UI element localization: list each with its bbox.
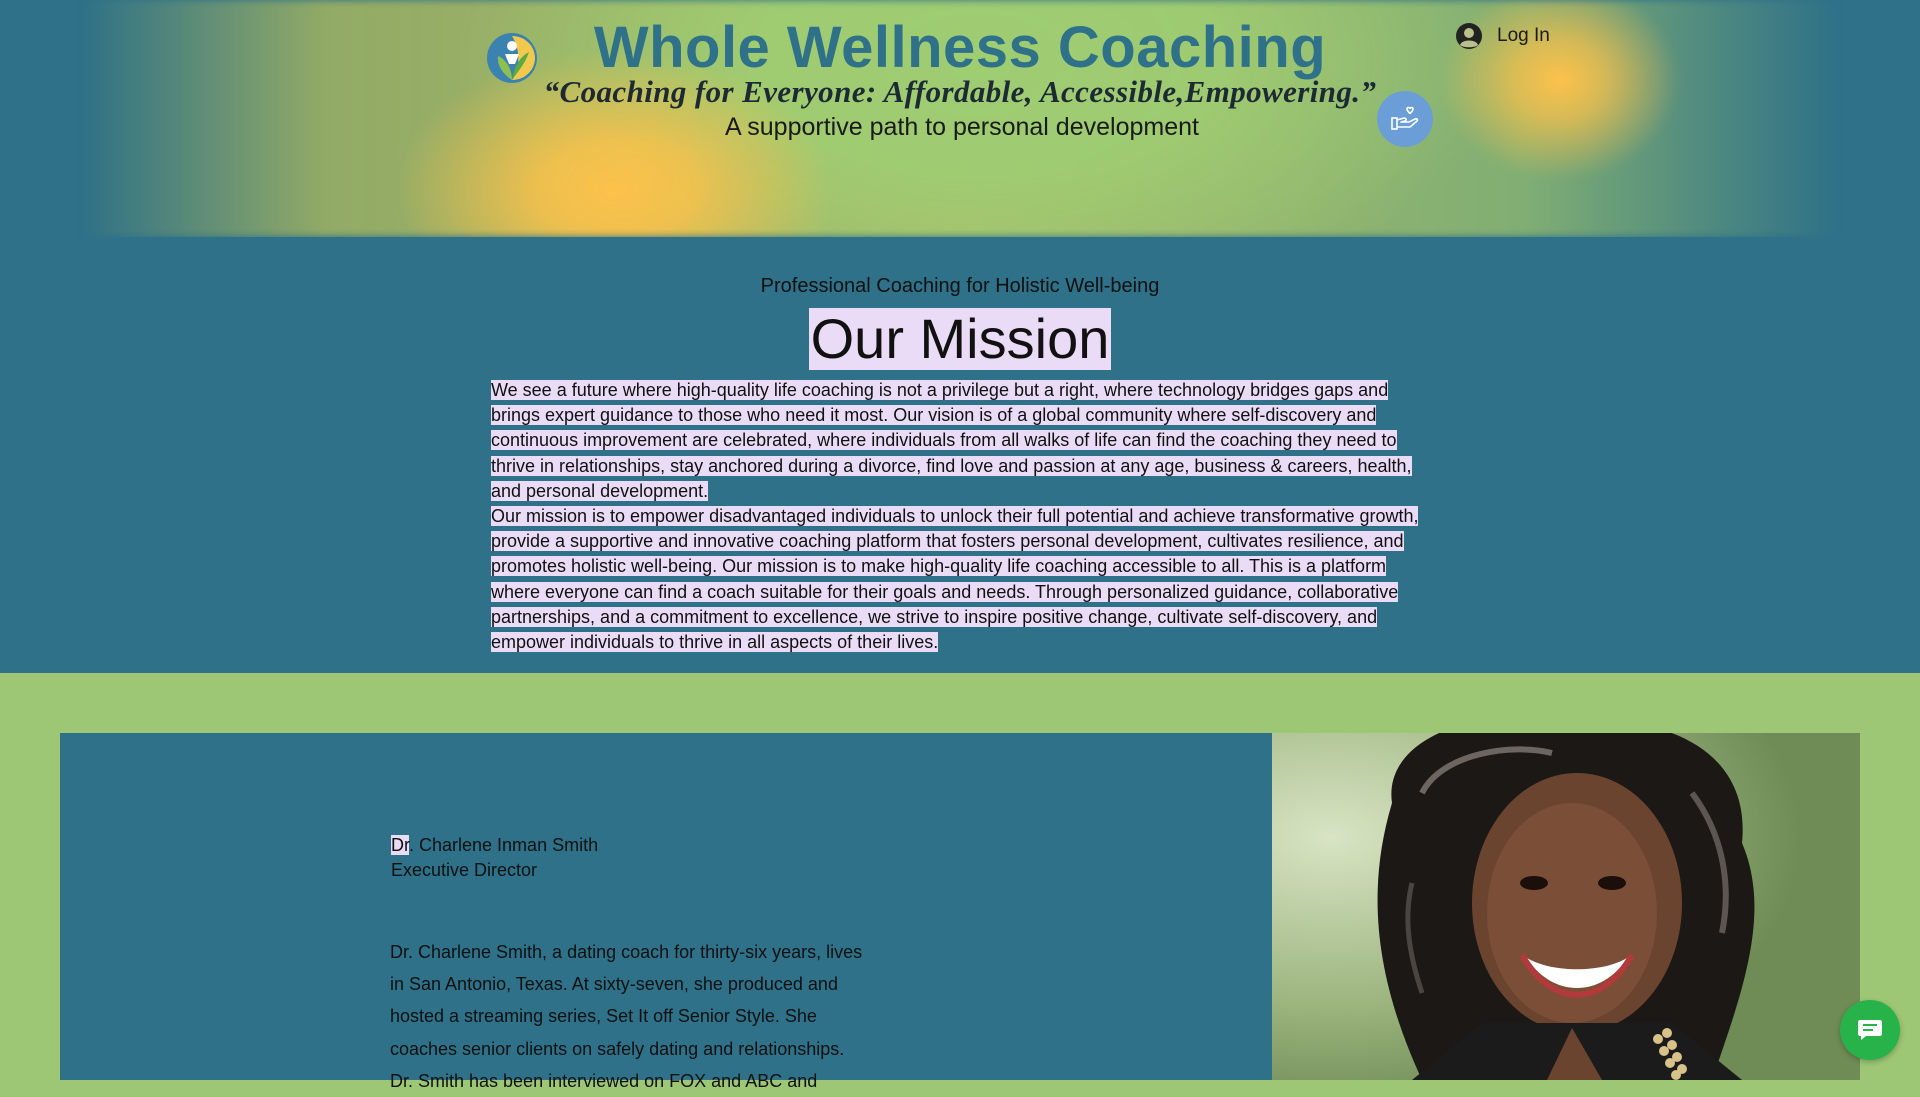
tagline: “Coaching for Everyone: Affordable, Acce… — [543, 74, 1377, 109]
mission-paragraph: We see a future where high-quality life … — [491, 380, 1412, 501]
director-portrait — [1272, 733, 1860, 1080]
section-divider — [0, 673, 1920, 733]
director-name: Dr. Charlene Inman Smith — [391, 833, 598, 858]
mission-heading: Our Mission — [808, 307, 1112, 370]
director-photo-image — [1272, 733, 1860, 1080]
site-header: Whole Wellness Coaching “Coaching for Ev… — [0, 0, 1920, 237]
mission-kicker: Professional Coaching for Holistic Well-… — [760, 275, 1160, 297]
chat-bubble-icon — [1858, 1020, 1882, 1040]
brand-title[interactable]: Whole Wellness Coaching — [0, 14, 1920, 81]
director-name-rest: . Charlene Inman Smith — [409, 835, 599, 855]
director-role: Executive Director — [391, 860, 538, 880]
login-button[interactable]: Log In — [1455, 18, 1550, 54]
director-card: Dr. Charlene Inman Smith Executive Direc… — [60, 733, 1272, 1091]
hand-heart-icon — [1391, 106, 1419, 130]
subtagline: A supportive path to personal developmen… — [725, 113, 1199, 141]
mission-paragraph: Our mission is to empower disadvantaged … — [491, 506, 1419, 653]
director-name-prefix: Dr — [391, 835, 409, 855]
mission-section: Professional Coaching for Holistic Well-… — [0, 237, 1920, 673]
login-label: Log In — [1497, 25, 1550, 46]
mission-body: We see a future where high-quality life … — [491, 378, 1431, 655]
user-avatar-icon — [1456, 23, 1482, 49]
hand-heart-button[interactable] — [1377, 91, 1433, 147]
director-bio: Dr. Charlene Smith, a dating coach for t… — [390, 942, 863, 1091]
chat-button[interactable] — [1840, 1000, 1900, 1060]
